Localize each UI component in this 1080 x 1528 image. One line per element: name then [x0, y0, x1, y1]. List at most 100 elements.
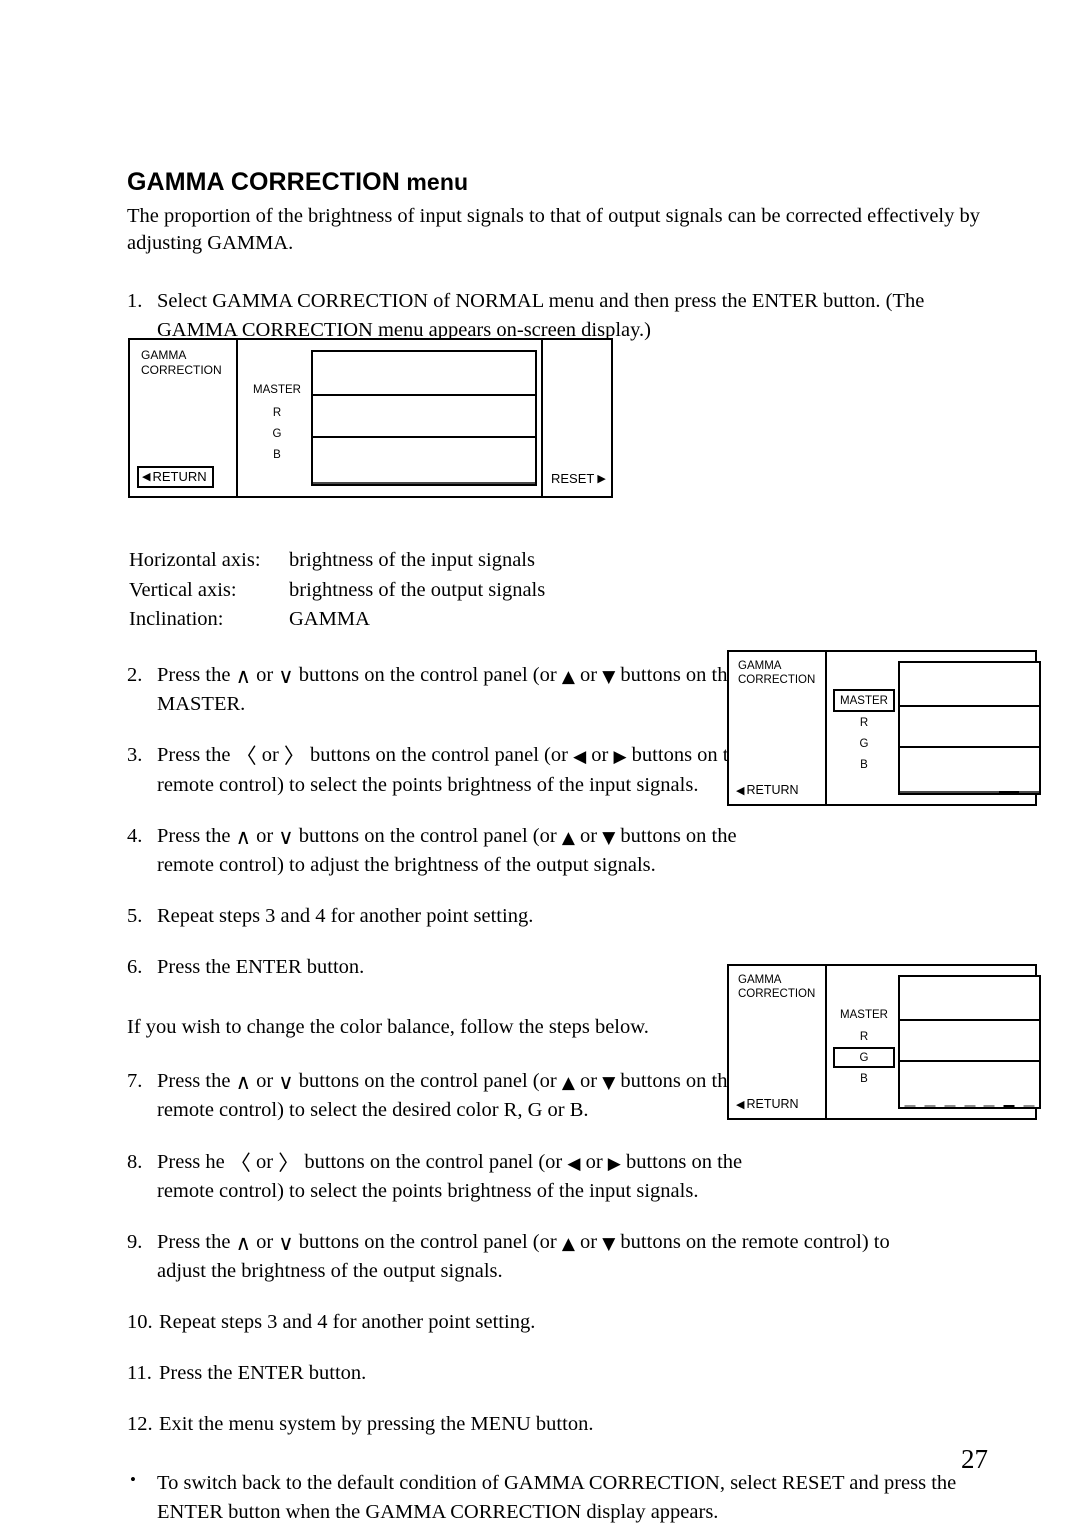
osd1-channel-b[interactable]: B: [246, 444, 308, 465]
osd2-return-button[interactable]: ◀ RETURN: [736, 783, 799, 797]
osd1-right-pane: RESET ▶: [541, 340, 611, 496]
step-3-mid1: or: [256, 744, 284, 767]
osd3-channel-b[interactable]: B: [833, 1068, 895, 1089]
osd3-return-button[interactable]: ◀ RETURN: [736, 1097, 799, 1111]
triangle-left-icon: ◀: [736, 783, 745, 797]
gamma-bar-cap: [924, 1105, 936, 1107]
step-8-mid1: or: [250, 1150, 279, 1173]
step-7: 7. Press the ∧ or ∨ buttons on the contro…: [127, 1067, 737, 1125]
page-number: 27: [961, 1444, 988, 1474]
osd3-channel-master[interactable]: MASTER: [833, 1003, 895, 1026]
chevron-left-icon: 〈: [229, 1150, 251, 1175]
axis-value-horizontal: brightness of the input signals: [289, 549, 535, 572]
step-12-text: Exit the menu system by pressing the MEN…: [159, 1413, 594, 1436]
osd2-left-pane: GAMMA CORRECTION ◀ RETURN: [729, 652, 827, 804]
chevron-up-icon: ∧: [235, 1230, 251, 1255]
step-4-mid1: or: [250, 824, 279, 847]
gamma-bar-fill: [501, 482, 513, 484]
axis-value-inclination: GAMMA: [289, 607, 370, 630]
osd3-channel-list: MASTER R G B: [833, 1003, 895, 1089]
step-2-mid3: or: [574, 664, 603, 687]
step-4-pre: Press the: [157, 824, 236, 847]
osd2-menu-title: GAMMA CORRECTION: [738, 660, 816, 687]
chevron-up-icon: ∧: [235, 664, 251, 689]
step-10-number: 10.: [127, 1311, 153, 1333]
osd2-channel-master[interactable]: MASTER: [833, 689, 895, 712]
osd3-gamma-graph[interactable]: [898, 975, 1041, 1109]
triangle-down-icon: ▼: [602, 1073, 616, 1094]
step-3-pre: Press the: [157, 744, 236, 767]
osd1-bars: [313, 352, 535, 484]
step-2-mid2: buttons on the control panel (or: [293, 664, 562, 687]
chevron-down-icon: ∨: [278, 824, 294, 849]
gamma-bar-cap: [1023, 1105, 1035, 1107]
axis-label-horizontal: Horizontal axis:: [129, 549, 261, 572]
step-8-pre: Press he: [157, 1150, 230, 1173]
osd3-channel-g[interactable]: G: [833, 1047, 895, 1068]
osd3-return-label: RETURN: [746, 1097, 799, 1111]
axis-row-horizontal: Horizontal axis: brightness of the input…: [129, 547, 545, 574]
osd3-channel-r[interactable]: R: [833, 1026, 895, 1047]
osd1-channel-master[interactable]: MASTER: [246, 378, 308, 402]
osd1-reset-button[interactable]: RESET ▶: [551, 471, 606, 486]
gamma-bar-fill: [335, 482, 347, 484]
step-10-text: Repeat steps 3 and 4 for another point s…: [159, 1311, 536, 1333]
chevron-right-icon: 〉: [283, 744, 305, 769]
chevron-down-icon: ∨: [278, 664, 294, 689]
osd2-center-pane: MASTER R G B: [827, 652, 1041, 804]
step-5-text: Repeat steps 3 and 4 for another point s…: [157, 904, 534, 927]
chevron-left-icon: 〈: [235, 744, 257, 769]
note-bullet-1-text: To switch back to the default condition …: [157, 1472, 957, 1523]
osd3-left-pane: GAMMA CORRECTION ◀ RETURN: [729, 966, 827, 1118]
gamma-bar-fill: [523, 482, 535, 484]
step-9-mid2: buttons on the control panel (or: [293, 1230, 562, 1253]
chevron-right-icon: 〉: [278, 1150, 300, 1175]
step-4-mid2: buttons on the control panel (or: [293, 824, 562, 847]
axis-value-vertical: brightness of the output signals: [289, 578, 546, 601]
page-title-suffix: menu: [399, 169, 469, 195]
gamma-bar-fill: [423, 482, 436, 484]
chevron-down-icon: ∨: [278, 1070, 294, 1095]
osd2-channel-list: MASTER R G B: [833, 689, 895, 775]
gamma-bar-fill: [919, 791, 940, 793]
osd1-channel-g[interactable]: G: [246, 423, 308, 444]
step-5-number: 5.: [127, 904, 143, 927]
step-9-pre: Press the: [157, 1230, 236, 1253]
step-2-mid1: or: [250, 664, 279, 687]
osd2-bars: [900, 663, 1039, 793]
osd1-reset-label: RESET: [551, 471, 595, 486]
step-7-number: 7.: [127, 1070, 143, 1093]
triangle-up-icon: ▲: [561, 1233, 575, 1254]
step-1-number: 1.: [127, 290, 143, 313]
osd2-gamma-graph[interactable]: [898, 661, 1041, 795]
osd1-gamma-graph[interactable]: [311, 350, 537, 486]
osd2-channel-b[interactable]: B: [833, 754, 895, 775]
step-8-mid2: buttons on the control panel (or: [299, 1150, 568, 1173]
gamma-bar-cap: [983, 1105, 995, 1107]
step-9-mid3: or: [574, 1230, 603, 1253]
step-3-mid2: buttons on the control panel (or: [304, 744, 574, 767]
osd1-center-pane: MASTER R G B: [238, 340, 541, 496]
step-7-pre: Press the: [157, 1070, 236, 1093]
osd1-channel-r[interactable]: R: [246, 402, 308, 423]
gamma-bar-cap: [904, 1105, 916, 1107]
osd-diagram-master-selected: GAMMA CORRECTION ◀ RETURN MASTER R G B: [727, 650, 1041, 806]
step-1-text: Select GAMMA CORRECTION of NORMAL menu a…: [157, 290, 925, 342]
gamma-bar-fill: [346, 482, 358, 484]
triangle-up-icon: ▲: [561, 667, 575, 688]
gamma-bar-fill: [435, 482, 447, 484]
osd2-channel-r[interactable]: R: [833, 712, 895, 733]
gamma-bar-cap: [964, 1105, 975, 1107]
osd2-channel-g[interactable]: G: [833, 733, 895, 754]
axis-label-inclination: Inclination:: [129, 607, 224, 630]
step-2-pre: Press the: [157, 664, 236, 687]
chevron-down-icon: ∨: [278, 1230, 294, 1255]
note-bullet-1: • To switch back to the default conditio…: [127, 1469, 997, 1526]
osd1-left-pane: GAMMA CORRECTION ◀ RETURN: [130, 340, 238, 496]
triangle-left-icon: ◀: [567, 1153, 581, 1174]
step-9: 9. Press the ∧ or ∨ buttons on the contro…: [127, 1228, 897, 1286]
osd1-return-button[interactable]: ◀ RETURN: [137, 466, 214, 488]
gamma-bar-fill: [979, 791, 1000, 793]
axis-row-inclination: Inclination: GAMMA: [129, 606, 545, 633]
step-7-mid1: or: [250, 1070, 279, 1093]
